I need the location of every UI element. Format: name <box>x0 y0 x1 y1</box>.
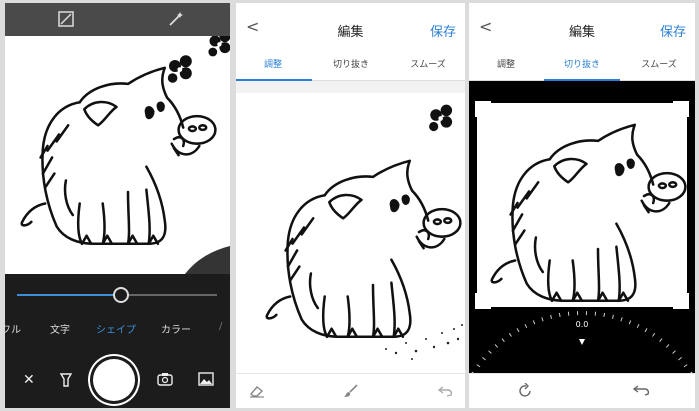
rotation-value: 0.0 <box>575 320 589 329</box>
mode-shape[interactable]: シェイプ <box>96 321 136 336</box>
crop-toolbar <box>469 373 695 408</box>
crop-canvas[interactable]: 0.0 <box>469 81 695 383</box>
threshold-slider[interactable] <box>17 287 217 303</box>
eraser-icon[interactable] <box>249 384 265 398</box>
undo-icon[interactable] <box>438 384 454 398</box>
tab-crop[interactable]: 切り抜き <box>316 57 386 70</box>
gallery-icon[interactable] <box>198 372 214 386</box>
camera-top-bar <box>5 3 230 36</box>
mode-next[interactable]: / <box>219 321 222 332</box>
edit-toolbar <box>236 373 465 408</box>
camera-flip-icon[interactable] <box>157 372 173 386</box>
brush-icon[interactable] <box>343 383 359 399</box>
edit-header: < 編集 保存 <box>236 3 465 53</box>
mode-selector: フル 文字 シェイプ カラー / <box>5 321 230 341</box>
image-canvas[interactable] <box>236 81 465 373</box>
magic-wand-icon[interactable] <box>167 10 185 28</box>
camera-controls: フル 文字 シェイプ カラー / ✕ <box>5 274 230 408</box>
camera-screen: フル 文字 シェイプ カラー / ✕ <box>5 3 230 408</box>
tab-smooth[interactable]: スムーズ <box>624 57 694 70</box>
edit-tabs: 調整 切り抜き スムーズ <box>236 53 465 81</box>
crop-icon[interactable] <box>57 10 75 28</box>
rotate-icon[interactable] <box>517 383 533 399</box>
save-button[interactable]: 保存 <box>660 21 686 40</box>
camera-bottom-bar: ✕ <box>5 359 230 408</box>
tab-adjust[interactable]: 調整 <box>238 57 308 70</box>
edit-crop-screen: < 編集 保存 調整 切り抜き スムーズ 0.0 <box>469 3 695 408</box>
tab-smooth[interactable]: スムーズ <box>393 57 463 70</box>
edit-tabs: 調整 切り抜き スムーズ <box>469 53 695 81</box>
crop-region <box>477 103 687 307</box>
mode-full[interactable]: フル <box>5 321 21 336</box>
slider-thumb[interactable] <box>113 287 129 303</box>
save-button[interactable]: 保存 <box>430 21 456 40</box>
shutter-button[interactable] <box>93 359 135 401</box>
reset-icon[interactable] <box>633 384 651 398</box>
flashlight-icon[interactable] <box>59 372 73 388</box>
slider-fill <box>17 294 121 296</box>
mode-text[interactable]: 文字 <box>50 321 70 336</box>
edit-adjust-screen: < 編集 保存 調整 切り抜き スムーズ <box>236 3 465 408</box>
edit-header: < 編集 保存 <box>469 3 695 53</box>
mode-color[interactable]: カラー <box>161 321 191 336</box>
close-icon[interactable]: ✕ <box>23 372 35 388</box>
tab-crop[interactable]: 切り抜き <box>547 57 617 70</box>
camera-preview <box>5 31 230 274</box>
tab-adjust[interactable]: 調整 <box>471 57 541 70</box>
